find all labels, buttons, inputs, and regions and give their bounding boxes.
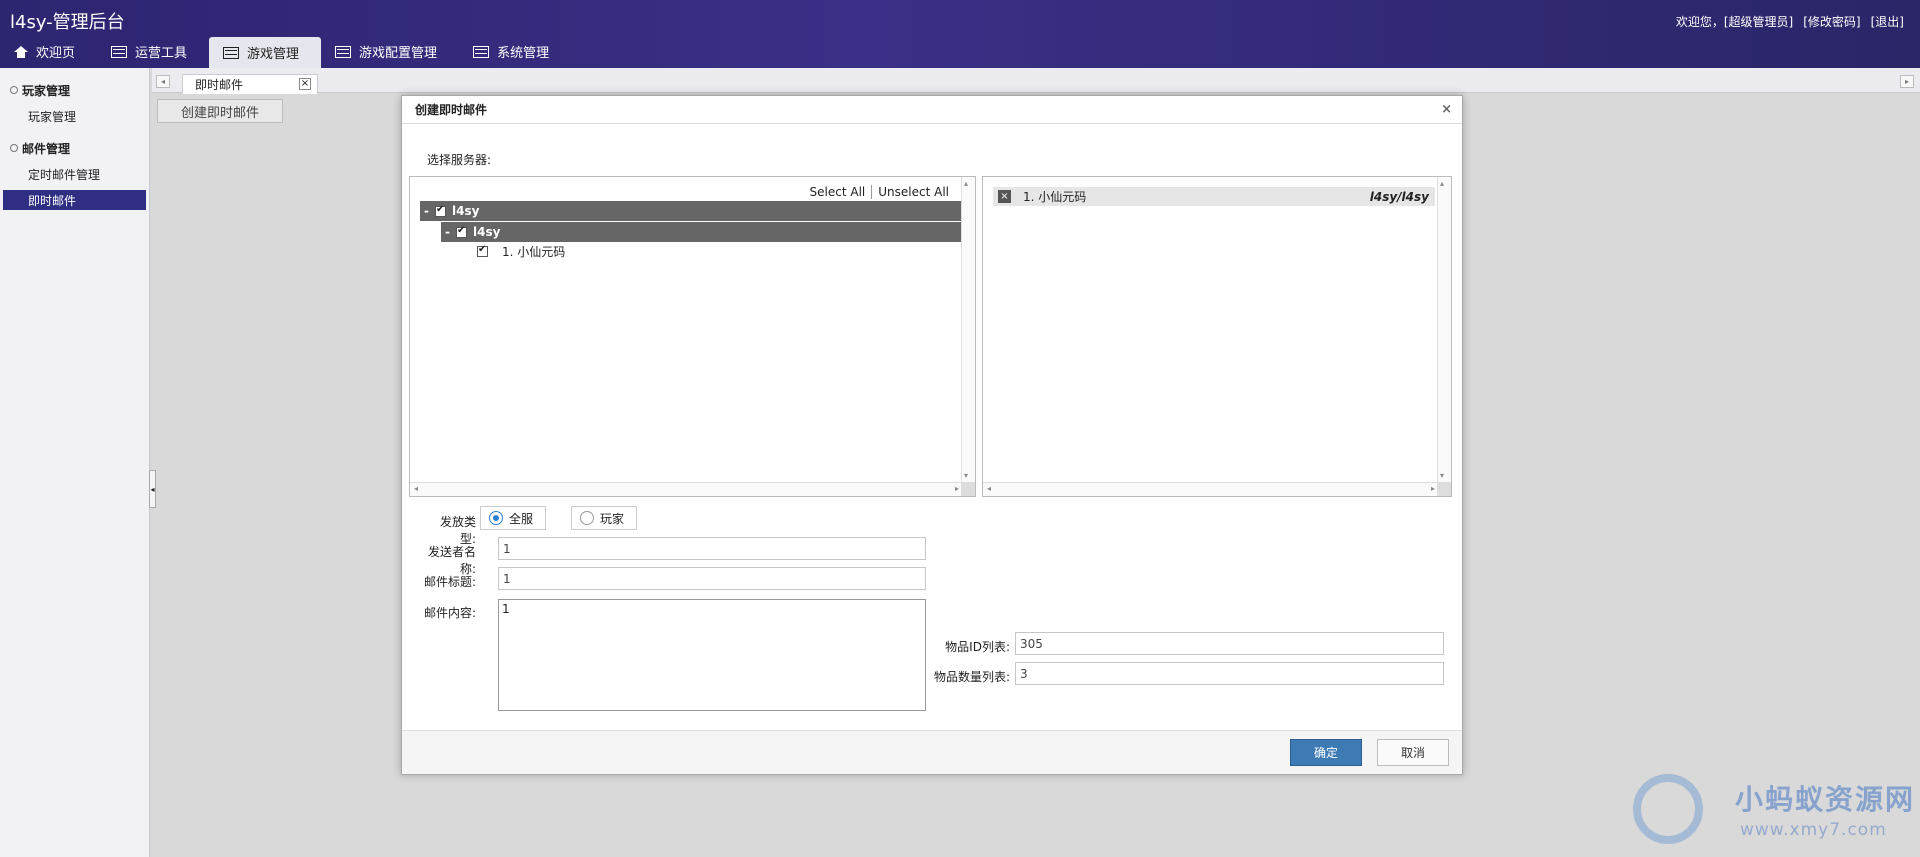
- watermark-logo-icon: [1633, 774, 1703, 844]
- document-tab-strip: ◂ 即时邮件 × ▸: [152, 68, 1920, 94]
- tab-scroll-right-icon[interactable]: ▸: [1900, 75, 1914, 88]
- sidebar-group-mail: 邮件管理 定时邮件管理 即时邮件: [0, 138, 149, 210]
- change-password-link[interactable]: [修改密码]: [1803, 13, 1860, 30]
- radio-label: 全服: [509, 511, 534, 526]
- welcome-user-link[interactable]: 欢迎您，[超级管理员]: [1676, 13, 1793, 30]
- scroll-corner: [961, 482, 975, 496]
- tree-checkbox[interactable]: [455, 225, 467, 238]
- nav-tab-game-config[interactable]: 游戏配置管理: [321, 35, 459, 68]
- dialog-title: 创建即时邮件: [415, 103, 488, 117]
- radio-all-servers[interactable]: 全服: [480, 506, 547, 530]
- tab-label: 即时邮件: [195, 78, 244, 92]
- cancel-button[interactable]: 取消: [1377, 739, 1449, 766]
- sender-name-field[interactable]: 1: [498, 537, 926, 560]
- sidebar-item-scheduled-mail[interactable]: 定时邮件管理: [3, 164, 146, 184]
- tree-node-label: l4sy: [472, 225, 501, 239]
- tree-node-leaf[interactable]: 1. 小仙元码: [477, 241, 565, 261]
- item-count-list-label: 物品数量列表:: [933, 670, 1010, 684]
- mail-subject-field[interactable]: 1: [498, 567, 926, 590]
- tab-scroll-left-icon[interactable]: ◂: [156, 75, 170, 88]
- nav-tab-label: 运营工具: [135, 46, 188, 61]
- selected-servers-panel: × 1. 小仙元码 l4sy/l4sy ▴ ▾ ◂ ▸: [982, 176, 1452, 497]
- unselect-all-link[interactable]: Unselect All: [871, 185, 955, 199]
- horizontal-scrollbar[interactable]: ◂ ▸: [983, 482, 1439, 496]
- tree-node-level2[interactable]: - l4sy: [441, 222, 963, 242]
- logout-link[interactable]: [退出]: [1871, 13, 1904, 30]
- nav-tab-label: 欢迎页: [36, 46, 76, 61]
- nav-tab-game-management[interactable]: 游戏管理: [209, 37, 322, 68]
- mail-subject-label: 邮件标题:: [423, 575, 476, 589]
- dialog-footer: 确定 取消: [402, 730, 1462, 774]
- sidebar-item-player-management[interactable]: 玩家管理: [3, 106, 146, 126]
- selected-server-name: 1. 小仙元码: [1023, 190, 1087, 204]
- server-tree-panel: Select All Unselect All - l4sy - l4sy 1.…: [409, 176, 976, 497]
- select-all-link[interactable]: Select All: [804, 185, 872, 199]
- create-mail-dialog: 创建即时邮件 × 选择服务器: Select All Unselect All …: [401, 95, 1463, 775]
- vertical-scrollbar[interactable]: ▴ ▾: [961, 177, 975, 482]
- home-icon: [14, 45, 28, 58]
- close-icon[interactable]: ×: [1441, 102, 1452, 117]
- watermark-url: www.xmy7.com: [1740, 820, 1887, 840]
- header-user-links: 欢迎您，[超级管理员] [修改密码] [退出]: [1676, 13, 1904, 30]
- mail-content-textarea[interactable]: 1: [498, 599, 926, 711]
- confirm-button[interactable]: 确定: [1290, 739, 1362, 766]
- sidebar-group-title[interactable]: 玩家管理: [0, 80, 149, 100]
- sidebar-item-instant-mail[interactable]: 即时邮件: [3, 190, 146, 210]
- item-id-list-field[interactable]: 305: [1015, 632, 1444, 655]
- vertical-scrollbar[interactable]: ▴ ▾: [1437, 177, 1451, 482]
- watermark-text: 小蚂蚁资源网: [1735, 783, 1916, 816]
- list-icon: [223, 46, 240, 59]
- tab-instant-mail[interactable]: 即时邮件 ×: [182, 74, 318, 94]
- horizontal-scrollbar[interactable]: ◂ ▸: [410, 482, 963, 496]
- dialog-header: 创建即时邮件 ×: [402, 96, 1462, 124]
- tree-checkbox[interactable]: [434, 204, 446, 217]
- nav-tab-welcome[interactable]: 欢迎页: [0, 35, 97, 68]
- nav-tab-system[interactable]: 系统管理: [459, 35, 571, 68]
- selected-server-path: l4sy/l4sy: [1369, 189, 1429, 204]
- tree-collapse-toggle[interactable]: -: [445, 225, 450, 239]
- send-type-label: 发放类型:: [439, 515, 476, 546]
- radio-player[interactable]: 玩家: [571, 506, 638, 530]
- sidebar-group-players: 玩家管理 玩家管理: [0, 80, 149, 126]
- sidebar-group-title[interactable]: 邮件管理: [0, 138, 149, 158]
- radio-unchecked-icon: [580, 511, 594, 525]
- collapse-circle-icon: [10, 144, 18, 152]
- radio-label: 玩家: [600, 511, 625, 526]
- list-icon: [473, 45, 490, 58]
- nav-tab-label: 游戏配置管理: [359, 46, 438, 61]
- sidebar-collapse-handle[interactable]: ◂: [149, 470, 156, 508]
- radio-checked-icon: [489, 511, 503, 525]
- app-title: l4sy-管理后台: [10, 12, 125, 33]
- item-count-list-field[interactable]: 3: [1015, 662, 1444, 685]
- tree-checkbox[interactable]: [477, 244, 488, 257]
- main-nav: 欢迎页 运营工具 游戏管理 游戏配置管理 系统管理: [0, 35, 571, 68]
- selected-server-item: × 1. 小仙元码 l4sy/l4sy: [993, 187, 1435, 206]
- sidebar-group-label: 邮件管理: [22, 141, 71, 156]
- create-instant-mail-button[interactable]: 创建即时邮件: [157, 99, 283, 123]
- sidebar: 玩家管理 玩家管理 邮件管理 定时邮件管理 即时邮件: [0, 68, 150, 857]
- remove-icon[interactable]: ×: [998, 190, 1011, 203]
- tree-collapse-toggle[interactable]: -: [424, 204, 429, 218]
- sidebar-group-label: 玩家管理: [22, 83, 71, 98]
- selection-links: Select All Unselect All: [804, 185, 955, 199]
- close-icon[interactable]: ×: [299, 78, 311, 90]
- tree-node-label: 1. 小仙元码: [502, 244, 566, 259]
- collapse-circle-icon: [10, 86, 18, 94]
- tree-node-level1[interactable]: - l4sy: [420, 201, 963, 221]
- tree-node-label: l4sy: [451, 204, 480, 218]
- list-icon: [335, 45, 352, 58]
- nav-tab-label: 系统管理: [497, 46, 550, 61]
- top-header: l4sy-管理后台 欢迎您，[超级管理员] [修改密码] [退出] 欢迎页 运营…: [0, 0, 1920, 68]
- server-select-label: 选择服务器:: [427, 153, 492, 167]
- site-watermark: 小蚂蚁资源网 www.xmy7.com: [1625, 768, 1915, 854]
- nav-tab-label: 游戏管理: [247, 47, 300, 62]
- sender-name-label: 发送者名称:: [427, 545, 476, 576]
- item-id-list-label: 物品ID列表:: [945, 640, 1010, 654]
- list-icon: [111, 45, 128, 58]
- mail-content-label: 邮件内容:: [423, 606, 476, 620]
- nav-tab-ops-tools[interactable]: 运营工具: [97, 35, 209, 68]
- scroll-corner: [1437, 482, 1451, 496]
